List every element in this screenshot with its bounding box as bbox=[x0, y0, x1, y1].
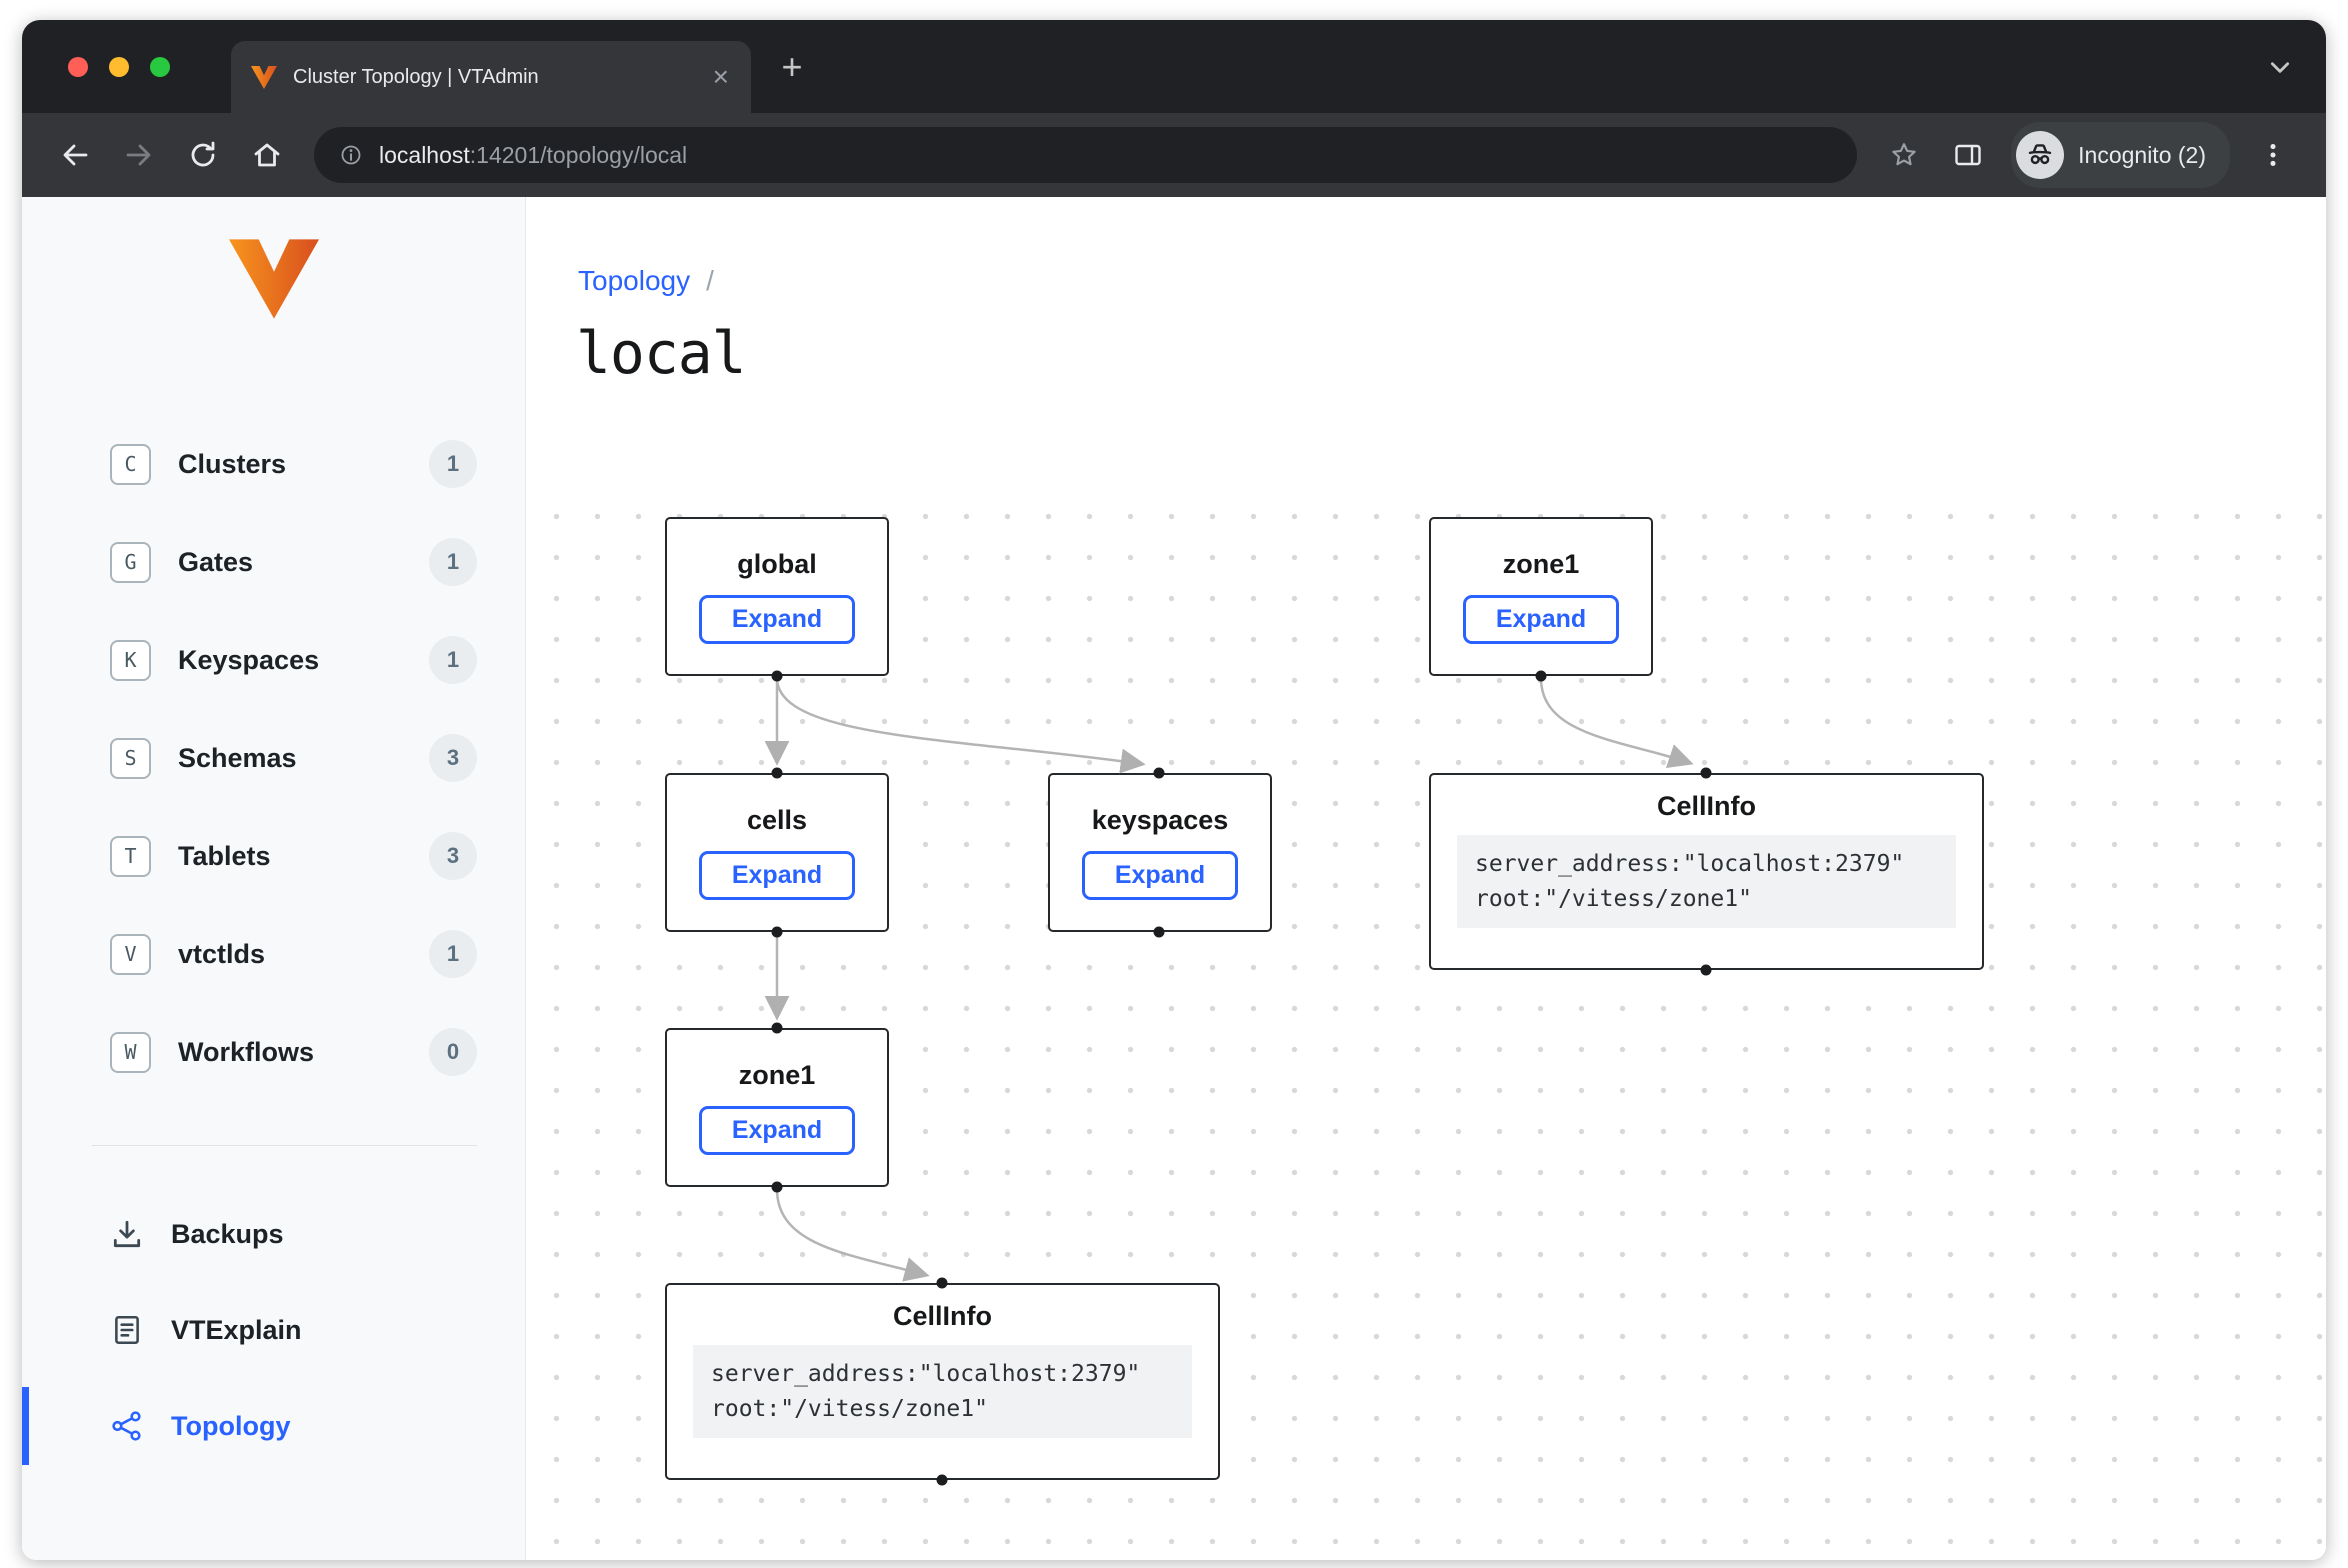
incognito-profile-chip[interactable]: Incognito (2) bbox=[2011, 122, 2230, 188]
kebab-menu-icon[interactable] bbox=[2244, 126, 2302, 184]
page-title: local bbox=[576, 319, 746, 387]
browser-window: Cluster Topology | VTAdmin × + localhost… bbox=[22, 20, 2326, 1560]
tablets-letter-icon: T bbox=[110, 836, 151, 877]
count-badge: 3 bbox=[429, 832, 477, 880]
window-zoom-button[interactable] bbox=[150, 57, 170, 77]
node-title: keyspaces bbox=[1092, 805, 1229, 836]
breadcrumb-separator: / bbox=[706, 265, 714, 296]
expand-button[interactable]: Expand bbox=[1463, 595, 1619, 644]
gates-letter-icon: G bbox=[110, 542, 151, 583]
window-minimize-button[interactable] bbox=[109, 57, 129, 77]
url-path: :14201/topology/local bbox=[470, 142, 687, 168]
main-content: Topology / local bbox=[526, 197, 2326, 1560]
count-badge: 3 bbox=[429, 734, 477, 782]
schemas-letter-icon: S bbox=[110, 738, 151, 779]
bookmark-star-icon[interactable] bbox=[1875, 126, 1933, 184]
topology-icon bbox=[110, 1409, 144, 1443]
topology-node-cellinfo-cell[interactable]: CellInfo server_address:"localhost:2379"… bbox=[665, 1283, 1220, 1480]
sidebar-item-workflows[interactable]: W Workflows 0 bbox=[22, 1003, 525, 1101]
sidebar-item-keyspaces[interactable]: K Keyspaces 1 bbox=[22, 611, 525, 709]
new-tab-button[interactable]: + bbox=[767, 42, 817, 92]
primary-nav: C Clusters 1 G Gates 1 K Keyspaces 1 S S… bbox=[22, 415, 525, 1101]
node-title: cells bbox=[747, 805, 807, 836]
sidebar-item-vtctlds[interactable]: V vtctlds 1 bbox=[22, 905, 525, 1003]
count-badge: 1 bbox=[429, 440, 477, 488]
home-icon[interactable] bbox=[238, 126, 296, 184]
sidebar-item-label: Keyspaces bbox=[178, 645, 319, 676]
cellinfo-code: server_address:"localhost:2379" root:"/v… bbox=[693, 1345, 1192, 1438]
back-icon[interactable] bbox=[46, 126, 104, 184]
sidebar-item-backups[interactable]: Backups bbox=[22, 1186, 525, 1282]
incognito-icon bbox=[2016, 131, 2064, 179]
topology-node-global[interactable]: global Expand bbox=[665, 517, 889, 676]
url-host: localhost bbox=[379, 142, 470, 168]
vitess-logo-icon bbox=[22, 239, 525, 323]
backups-icon bbox=[110, 1217, 144, 1251]
url-text: localhost:14201/topology/local bbox=[379, 142, 687, 169]
expand-button[interactable]: Expand bbox=[1082, 851, 1238, 900]
sidebar-item-label: Tablets bbox=[178, 841, 271, 872]
side-panel-icon[interactable] bbox=[1939, 126, 1997, 184]
node-title: CellInfo bbox=[1657, 791, 1756, 822]
breadcrumb: Topology / bbox=[578, 265, 714, 297]
clusters-letter-icon: C bbox=[110, 444, 151, 485]
sidebar-divider bbox=[92, 1145, 477, 1146]
sidebar-item-topology[interactable]: Topology bbox=[22, 1378, 525, 1474]
keyspaces-letter-icon: K bbox=[110, 640, 151, 681]
sidebar-item-tablets[interactable]: T Tablets 3 bbox=[22, 807, 525, 905]
count-badge: 0 bbox=[429, 1028, 477, 1076]
topology-node-cells[interactable]: cells Expand bbox=[665, 773, 889, 932]
topology-node-keyspaces[interactable]: keyspaces Expand bbox=[1048, 773, 1272, 932]
vtctlds-letter-icon: V bbox=[110, 934, 151, 975]
workflows-letter-icon: W bbox=[110, 1032, 151, 1073]
topology-node-zone1[interactable]: zone1 Expand bbox=[1429, 517, 1653, 676]
expand-button[interactable]: Expand bbox=[699, 851, 855, 900]
window-close-button[interactable] bbox=[68, 57, 88, 77]
count-badge: 1 bbox=[429, 930, 477, 978]
expand-button[interactable]: Expand bbox=[699, 1106, 855, 1155]
node-title: global bbox=[737, 549, 817, 580]
sidebar-item-clusters[interactable]: C Clusters 1 bbox=[22, 415, 525, 513]
site-info-icon[interactable] bbox=[338, 142, 364, 168]
sidebar-item-label: Gates bbox=[178, 547, 253, 578]
tab-search-chevron-icon[interactable] bbox=[2268, 55, 2292, 79]
sidebar-item-vtexplain[interactable]: VTExplain bbox=[22, 1282, 525, 1378]
sidebar: C Clusters 1 G Gates 1 K Keyspaces 1 S S… bbox=[22, 197, 526, 1560]
sidebar-item-label: Clusters bbox=[178, 449, 286, 480]
topology-node-cellinfo-zone1[interactable]: CellInfo server_address:"localhost:2379"… bbox=[1429, 773, 1984, 970]
sidebar-item-label: vtctlds bbox=[178, 939, 265, 970]
incognito-label: Incognito (2) bbox=[2078, 142, 2206, 169]
node-title: CellInfo bbox=[893, 1301, 992, 1332]
sidebar-item-gates[interactable]: G Gates 1 bbox=[22, 513, 525, 611]
tab-title: Cluster Topology | VTAdmin bbox=[293, 66, 695, 89]
vitess-favicon-icon bbox=[251, 66, 277, 89]
sidebar-item-schemas[interactable]: S Schemas 3 bbox=[22, 709, 525, 807]
topology-diagram-canvas[interactable]: global Expand zone1 Expand cells Expand … bbox=[526, 490, 2326, 1560]
count-badge: 1 bbox=[429, 636, 477, 684]
sidebar-item-label: VTExplain bbox=[171, 1315, 302, 1346]
vtexplain-icon bbox=[110, 1313, 144, 1347]
forward-icon[interactable] bbox=[110, 126, 168, 184]
node-title: zone1 bbox=[1503, 549, 1580, 580]
topology-node-zone1-cell[interactable]: zone1 Expand bbox=[665, 1028, 889, 1187]
node-title: zone1 bbox=[739, 1060, 816, 1091]
tab-close-icon[interactable]: × bbox=[711, 63, 731, 91]
sidebar-item-label: Schemas bbox=[178, 743, 297, 774]
count-badge: 1 bbox=[429, 538, 477, 586]
sidebar-item-label: Workflows bbox=[178, 1037, 314, 1068]
browser-tab[interactable]: Cluster Topology | VTAdmin × bbox=[231, 41, 751, 113]
reload-icon[interactable] bbox=[174, 126, 232, 184]
tab-strip: Cluster Topology | VTAdmin × + bbox=[22, 20, 2326, 113]
breadcrumb-topology-link[interactable]: Topology bbox=[578, 265, 690, 296]
cellinfo-code: server_address:"localhost:2379" root:"/v… bbox=[1457, 835, 1956, 928]
expand-button[interactable]: Expand bbox=[699, 595, 855, 644]
sidebar-item-label: Backups bbox=[171, 1219, 284, 1250]
sidebar-item-label: Topology bbox=[171, 1411, 290, 1442]
address-bar[interactable]: localhost:14201/topology/local bbox=[314, 127, 1857, 183]
browser-toolbar: localhost:14201/topology/local Incognito… bbox=[22, 113, 2326, 197]
